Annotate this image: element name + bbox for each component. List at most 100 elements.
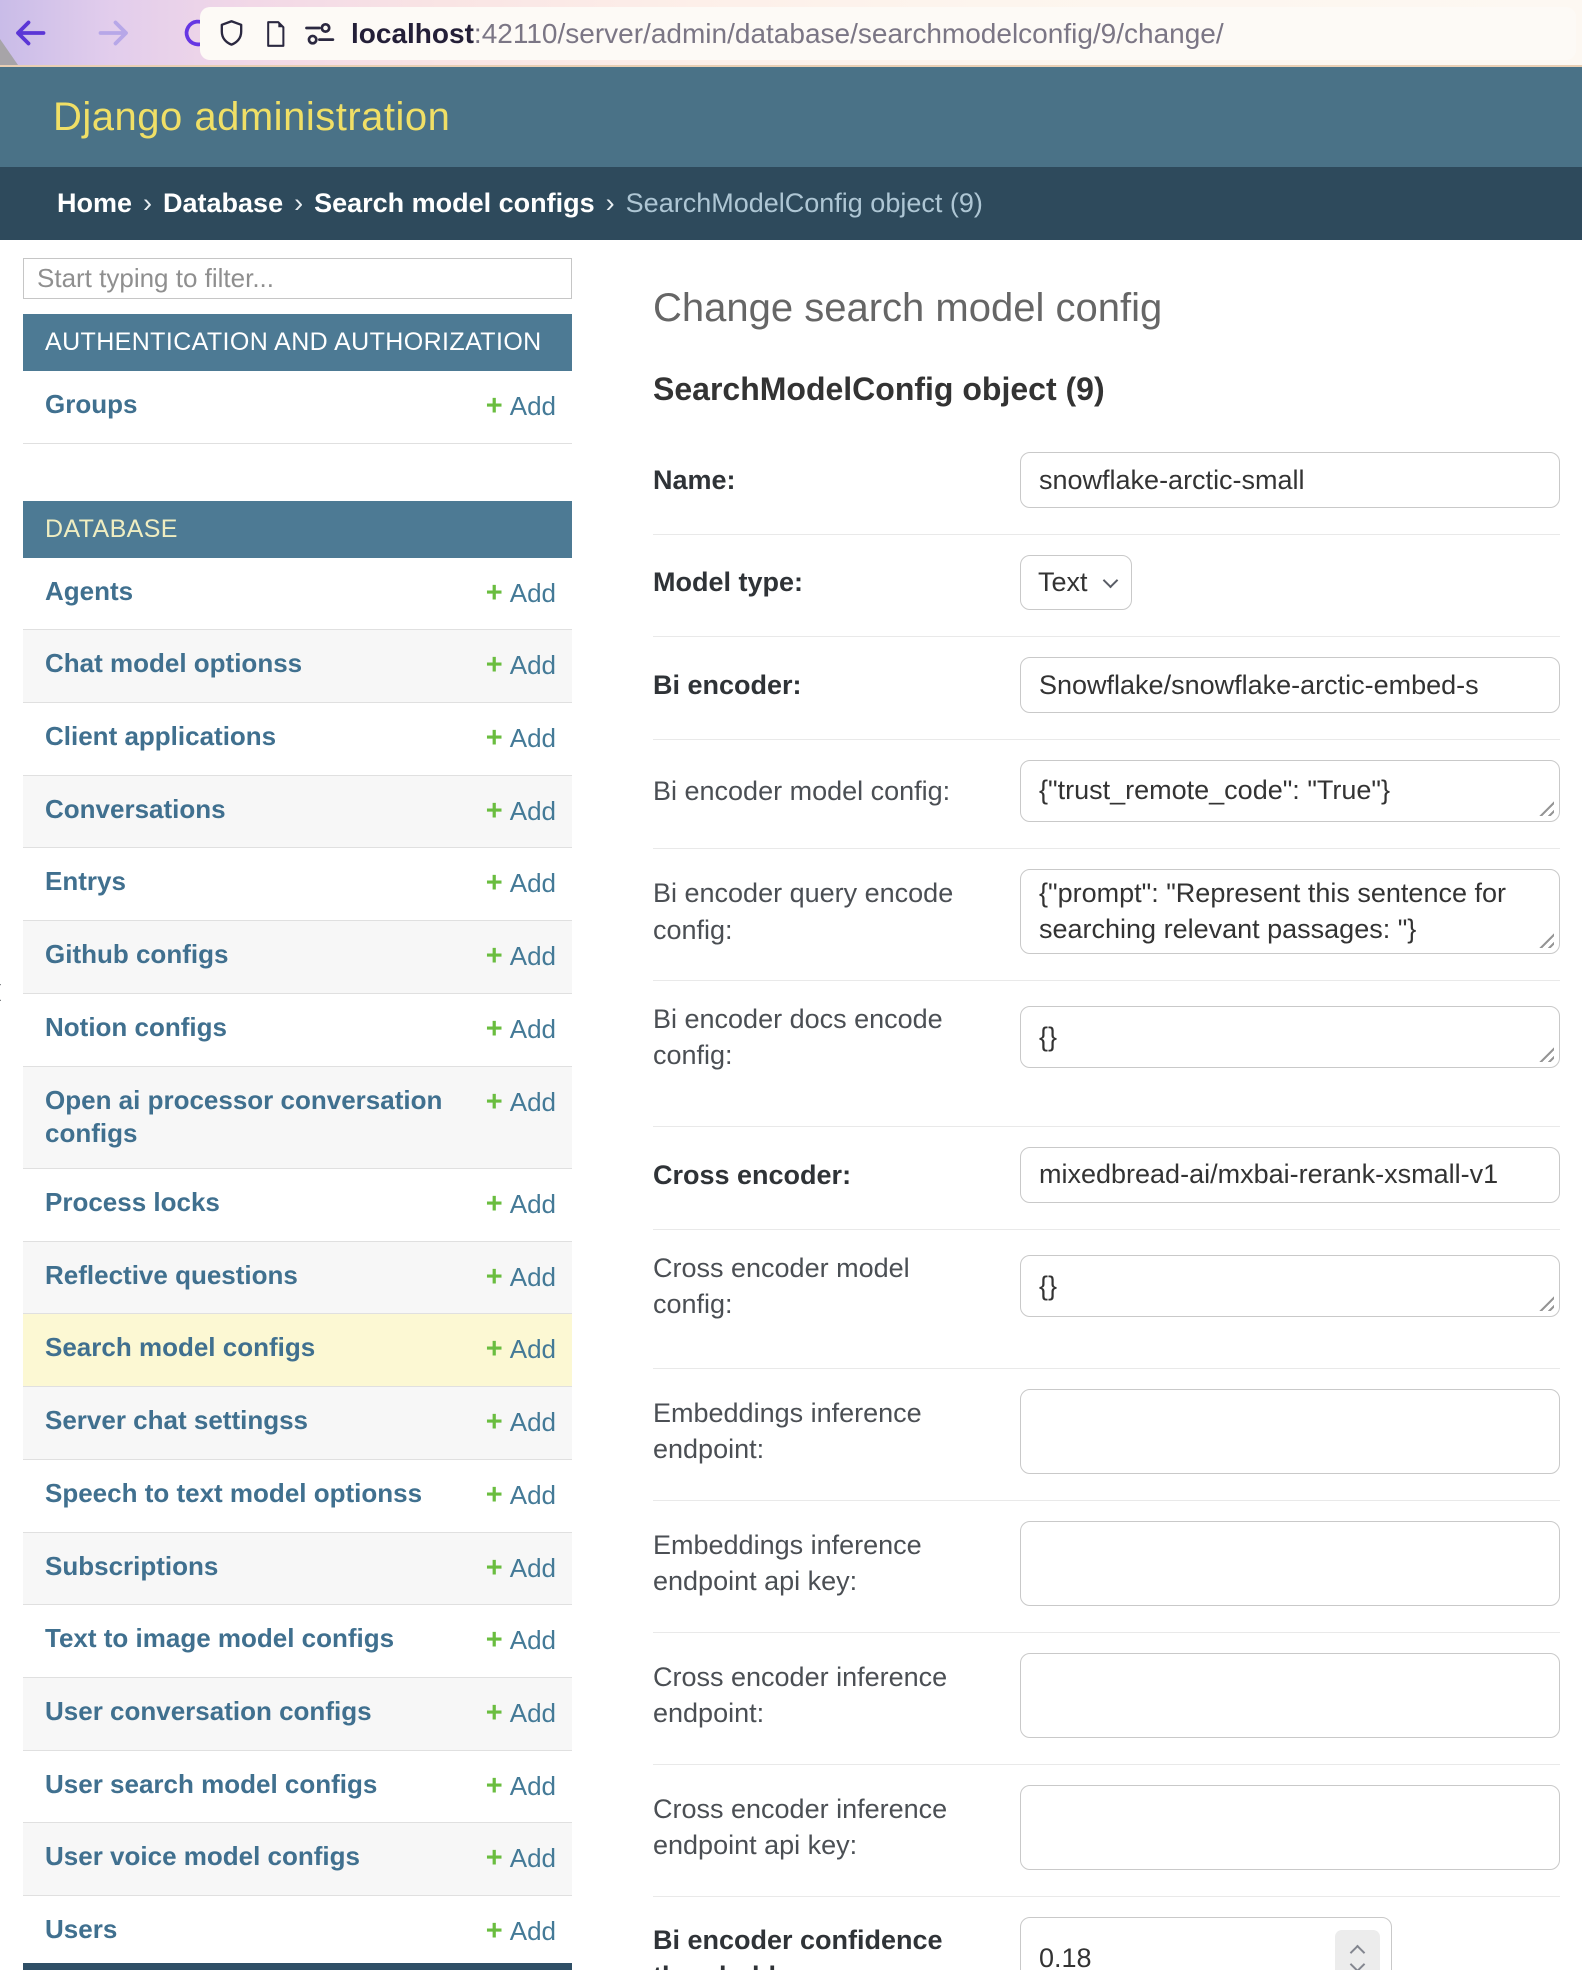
sidebar-item-search-model-configs[interactable]: Search model configs +Add [23, 1313, 572, 1386]
add-link[interactable]: +Add [486, 1768, 556, 1806]
add-link[interactable]: +Add [486, 1477, 556, 1515]
add-link[interactable]: +Add [486, 1550, 556, 1588]
sidebar-item-client-applications[interactable]: Client applications +Add [23, 702, 572, 775]
field-control-wrap: {} [1020, 1255, 1560, 1317]
sidebar-item-reflective-questions[interactable]: Reflective questions +Add [23, 1241, 572, 1314]
cross-encoder-input[interactable]: mixedbread-ai/mxbai-rerank-xsmall-v1 [1020, 1147, 1560, 1203]
sidebar-item-label[interactable]: User voice model configs [45, 1840, 374, 1874]
sidebar-item-open-ai-processor-conversation-configs[interactable]: Open ai processor conversation configs+A… [23, 1066, 572, 1169]
sidebar-filter-input[interactable] [23, 258, 572, 299]
sidebar-item-agents[interactable]: Agents +Add [23, 558, 572, 630]
sidebar-item-label[interactable]: Search model configs [45, 1331, 329, 1365]
sidebar-item-label[interactable]: Agents [45, 575, 147, 609]
bi-encoder-query-encode-config-textarea[interactable]: {"prompt": "Represent this sentence for … [1020, 869, 1560, 954]
form-row: Bi encoder model config:{"trust_remote_c… [653, 740, 1560, 849]
breadcrumb-separator: › [294, 188, 303, 219]
sidebar-item-label[interactable]: Conversations [45, 793, 240, 827]
add-link[interactable]: +Add [486, 1331, 556, 1369]
sidebar-item-entrys[interactable]: Entrys +Add [23, 847, 572, 920]
sidebar-module: DATABASEAgents+AddChat model optionss+Ad… [23, 501, 572, 1970]
bi-encoder-docs-encode-config-textarea[interactable]: {} [1020, 1006, 1560, 1068]
number-stepper[interactable] [1335, 1930, 1380, 1970]
add-link[interactable]: +Add [486, 938, 556, 976]
add-link[interactable]: +Add [486, 865, 556, 903]
breadcrumb-home[interactable]: Home [57, 188, 132, 219]
add-label: Add [510, 1480, 556, 1510]
sidebar-item-user-conversation-configs[interactable]: User conversation configs +Add [23, 1677, 572, 1750]
add-link[interactable]: +Add [486, 720, 556, 758]
plus-icon: + [486, 577, 503, 609]
add-label: Add [510, 1698, 556, 1728]
add-link[interactable]: +Add [486, 1622, 556, 1660]
sidebar-item-user-search-model-configs[interactable]: User search model configs +Add [23, 1750, 572, 1823]
sidebar-item-label[interactable]: Users [45, 1913, 131, 1947]
sidebar-item-process-locks[interactable]: Process locks +Add [23, 1168, 572, 1241]
form-row: Embeddings inference endpoint: [653, 1369, 1560, 1501]
bi-encoder-input[interactable]: Snowflake/snowflake-arctic-embed-s [1020, 657, 1560, 713]
sidebar-item-groups[interactable]: Groups +Add [23, 371, 572, 443]
model-type-select[interactable]: Text [1020, 555, 1132, 610]
url-text[interactable]: localhost:42110/server/admin/database/se… [351, 18, 1224, 50]
forward-icon[interactable] [96, 15, 132, 51]
page-icon[interactable] [262, 19, 289, 49]
sidebar-item-label[interactable]: Process locks [45, 1186, 234, 1220]
add-link[interactable]: +Add [486, 1840, 556, 1878]
shield-icon[interactable] [216, 18, 247, 49]
sidebar-item-users[interactable]: Users +Add [23, 1895, 572, 1968]
sidebar-item-label[interactable]: Entrys [45, 865, 140, 899]
sidebar-collapse-icon[interactable]: ‹ [0, 965, 3, 1015]
breadcrumb-database[interactable]: Database [163, 188, 283, 219]
plus-icon: + [486, 722, 503, 754]
name-input[interactable]: snowflake-arctic-small [1020, 452, 1560, 508]
resize-handle-icon[interactable] [1534, 1042, 1554, 1062]
add-link[interactable]: +Add [486, 1913, 556, 1951]
sidebar-item-user-voice-model-configs[interactable]: User voice model configs +Add [23, 1822, 572, 1895]
add-link[interactable]: +Add [486, 1404, 556, 1442]
sidebar-section-title: DATABASE [23, 501, 572, 558]
sidebar-item-label[interactable]: Github configs [45, 938, 242, 972]
add-link[interactable]: +Add [486, 1695, 556, 1733]
sidebar-item-github-configs[interactable]: Github configs +Add [23, 920, 572, 993]
sidebar-item-conversations[interactable]: Conversations +Add [23, 775, 572, 848]
cross-encoder-inference-endpoint-input[interactable] [1020, 1653, 1560, 1738]
sidebar-item-speech-to-text-model-optionss[interactable]: Speech to text model optionss +Add [23, 1459, 572, 1532]
sidebar-item-label[interactable]: Server chat settingss [45, 1404, 322, 1438]
sidebar-item-label[interactable]: Notion configs [45, 1011, 241, 1045]
breadcrumb-separator: › [143, 188, 152, 219]
sidebar-item-label[interactable]: Open ai processor conversation configs [45, 1084, 486, 1152]
sidebar-item-label[interactable]: Chat model optionss [45, 647, 316, 681]
add-link[interactable]: +Add [486, 1011, 556, 1049]
add-link[interactable]: +Add [486, 647, 556, 685]
sidebar-item-label[interactable]: Groups [45, 388, 151, 422]
back-icon[interactable] [12, 15, 48, 51]
sidebar-item-label[interactable]: Subscriptions [45, 1550, 232, 1584]
breadcrumb-search-model-configs[interactable]: Search model configs [314, 188, 595, 219]
embeddings-inference-endpoint-input[interactable] [1020, 1389, 1560, 1474]
sidebar-item-server-chat-settingss[interactable]: Server chat settingss +Add [23, 1386, 572, 1459]
add-link[interactable]: +Add [486, 793, 556, 831]
embeddings-inference-endpoint-api-key-input[interactable] [1020, 1521, 1560, 1606]
resize-handle-icon[interactable] [1534, 796, 1554, 816]
bi-encoder-confidence-threshold-number-input[interactable]: 0.18 [1020, 1917, 1392, 1970]
add-link[interactable]: +Add [486, 575, 556, 613]
sidebar-item-label[interactable]: Text to image model configs [45, 1622, 408, 1656]
bi-encoder-model-config-textarea[interactable]: {"trust_remote_code": "True"} [1020, 760, 1560, 822]
sidebar-item-label[interactable]: Speech to text model optionss [45, 1477, 436, 1511]
cross-encoder-model-config-textarea[interactable]: {} [1020, 1255, 1560, 1317]
resize-handle-icon[interactable] [1534, 1291, 1554, 1311]
add-link[interactable]: +Add [486, 1084, 556, 1122]
sidebar-item-label[interactable]: User search model configs [45, 1768, 391, 1802]
sidebar-item-chat-model-optionss[interactable]: Chat model optionss +Add [23, 629, 572, 702]
permissions-sliders-icon[interactable] [304, 20, 336, 47]
sidebar-item-subscriptions[interactable]: Subscriptions +Add [23, 1532, 572, 1605]
add-link[interactable]: +Add [486, 388, 556, 426]
cross-encoder-inference-endpoint-api-key-input[interactable] [1020, 1785, 1560, 1870]
sidebar-item-text-to-image-model-configs[interactable]: Text to image model configs +Add [23, 1604, 572, 1677]
sidebar-item-label[interactable]: Reflective questions [45, 1259, 312, 1293]
sidebar-item-notion-configs[interactable]: Notion configs +Add [23, 993, 572, 1066]
sidebar-item-label[interactable]: Client applications [45, 720, 290, 754]
add-link[interactable]: +Add [486, 1259, 556, 1297]
address-bar[interactable]: localhost:42110/server/admin/database/se… [200, 7, 1576, 60]
add-link[interactable]: +Add [486, 1186, 556, 1224]
sidebar-item-label[interactable]: User conversation configs [45, 1695, 386, 1729]
